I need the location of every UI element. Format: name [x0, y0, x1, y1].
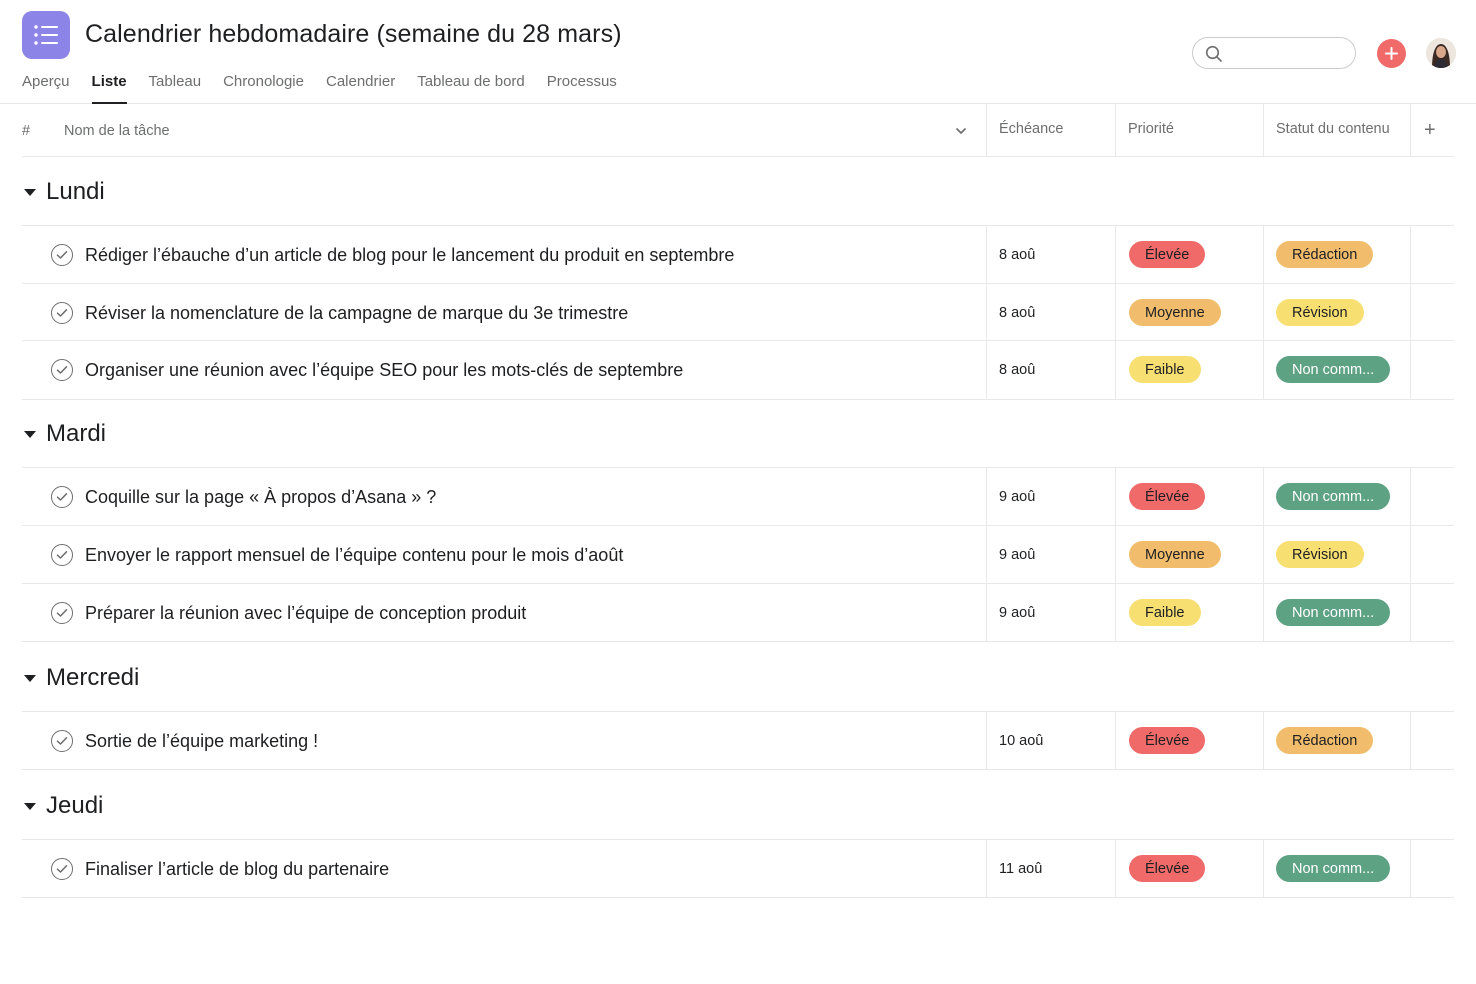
- table-row[interactable]: Envoyer le rapport mensuel de l’équipe c…: [22, 526, 1454, 584]
- due-date[interactable]: 9 aoû: [999, 468, 1035, 526]
- caret-down-icon[interactable]: [24, 802, 36, 810]
- tab-liste[interactable]: Liste: [91, 72, 127, 104]
- status-badge[interactable]: Rédaction: [1276, 727, 1374, 754]
- caret-down-icon[interactable]: [24, 188, 36, 196]
- column-priority[interactable]: Priorité: [1128, 104, 1174, 154]
- page-title: Calendrier hebdomadaire (semaine du 28 m…: [85, 20, 622, 48]
- table-row[interactable]: Réviser la nomenclature de la campagne d…: [22, 284, 1454, 342]
- table-row[interactable]: Coquille sur la page « À propos d’Asana …: [22, 468, 1454, 526]
- task-name[interactable]: Finaliser l’article de blog du partenair…: [85, 840, 389, 898]
- column-header: # Nom de la tâche Échéance Priorité Stat…: [22, 104, 1454, 157]
- section-mardi[interactable]: Mardi: [22, 414, 106, 454]
- section-label: Lundi: [46, 178, 105, 205]
- priority-badge[interactable]: Moyenne: [1129, 299, 1221, 326]
- column-due[interactable]: Échéance: [999, 104, 1064, 154]
- table-row[interactable]: Organiser une réunion avec l’équipe SEO …: [22, 341, 1454, 400]
- header: Calendrier hebdomadaire (semaine du 28 m…: [0, 0, 1476, 104]
- task-name[interactable]: Sortie de l’équipe marketing !: [85, 712, 318, 770]
- search-input[interactable]: [1229, 42, 1347, 64]
- status-badge[interactable]: Non comm...: [1276, 855, 1391, 882]
- section-jeudi[interactable]: Jeudi: [22, 786, 103, 826]
- status-badge[interactable]: Révision: [1276, 299, 1364, 326]
- status-badge[interactable]: Rédaction: [1276, 241, 1374, 268]
- priority-badge[interactable]: Faible: [1129, 356, 1201, 383]
- due-date[interactable]: 8 aoû: [999, 226, 1035, 284]
- priority-badge[interactable]: Élevée: [1129, 241, 1206, 268]
- section-label: Mardi: [46, 420, 107, 447]
- plus-icon: [1385, 47, 1398, 60]
- check-circle-icon[interactable]: [51, 359, 73, 381]
- section-mercredi[interactable]: Mercredi: [22, 658, 139, 698]
- due-date[interactable]: 9 aoû: [999, 584, 1035, 642]
- column-number: #: [22, 122, 31, 139]
- task-name[interactable]: Envoyer le rapport mensuel de l’équipe c…: [85, 526, 623, 584]
- avatar[interactable]: [1426, 38, 1456, 68]
- tab-tableau[interactable]: Tableau: [149, 72, 202, 104]
- tab-tableau-de-bord[interactable]: Tableau de bord: [417, 72, 525, 104]
- section-label: Jeudi: [46, 792, 104, 819]
- column-status[interactable]: Statut du contenu: [1276, 104, 1390, 154]
- add-column-button[interactable]: +: [1424, 104, 1436, 157]
- status-badge[interactable]: Non comm...: [1276, 483, 1391, 510]
- table-row[interactable]: Rédiger l’ébauche d’un article de blog p…: [22, 226, 1454, 284]
- column-task-name[interactable]: Nom de la tâche: [64, 104, 170, 157]
- check-circle-icon[interactable]: [51, 302, 73, 324]
- priority-badge[interactable]: Élevée: [1129, 483, 1206, 510]
- priority-badge[interactable]: Faible: [1129, 599, 1201, 626]
- table-row[interactable]: Préparer la réunion avec l’équipe de con…: [22, 584, 1454, 642]
- priority-badge[interactable]: Élevée: [1129, 727, 1206, 754]
- caret-down-icon[interactable]: [24, 674, 36, 682]
- status-badge[interactable]: Non comm...: [1276, 599, 1391, 626]
- due-date[interactable]: 8 aoû: [999, 341, 1035, 399]
- tab-apercu[interactable]: Aperçu: [22, 72, 70, 104]
- task-name[interactable]: Coquille sur la page « À propos d’Asana …: [85, 468, 436, 526]
- task-name[interactable]: Réviser la nomenclature de la campagne d…: [85, 284, 628, 342]
- search-icon: [1205, 45, 1222, 62]
- section-label: Mercredi: [46, 664, 140, 691]
- chevron-down-icon[interactable]: [954, 104, 968, 157]
- due-date[interactable]: 8 aoû: [999, 284, 1035, 342]
- status-badge[interactable]: Révision: [1276, 541, 1364, 568]
- check-circle-icon[interactable]: [51, 858, 73, 880]
- caret-down-icon[interactable]: [24, 430, 36, 438]
- due-date[interactable]: 10 aoû: [999, 712, 1043, 770]
- task-name[interactable]: Préparer la réunion avec l’équipe de con…: [85, 584, 526, 642]
- tab-processus[interactable]: Processus: [547, 72, 617, 104]
- status-badge[interactable]: Non comm...: [1276, 356, 1391, 383]
- due-date[interactable]: 9 aoû: [999, 526, 1035, 584]
- view-tabs: Aperçu Liste Tableau Chronologie Calendr…: [22, 72, 639, 104]
- table-row[interactable]: Finaliser l’article de blog du partenair…: [22, 840, 1454, 898]
- add-button[interactable]: [1377, 39, 1406, 68]
- check-circle-icon[interactable]: [51, 544, 73, 566]
- check-circle-icon[interactable]: [51, 730, 73, 752]
- list-icon[interactable]: [22, 11, 70, 59]
- priority-badge[interactable]: Élevée: [1129, 855, 1206, 882]
- task-name[interactable]: Rédiger l’ébauche d’un article de blog p…: [85, 226, 734, 284]
- check-circle-icon[interactable]: [51, 486, 73, 508]
- task-name[interactable]: Organiser une réunion avec l’équipe SEO …: [85, 341, 683, 399]
- section-lundi[interactable]: Lundi: [22, 172, 105, 212]
- check-circle-icon[interactable]: [51, 244, 73, 266]
- tab-calendrier[interactable]: Calendrier: [326, 72, 395, 104]
- tab-chronologie[interactable]: Chronologie: [223, 72, 304, 104]
- priority-badge[interactable]: Moyenne: [1129, 541, 1221, 568]
- table-row[interactable]: Sortie de l’équipe marketing ! 10 aoû Élev…: [22, 712, 1454, 770]
- check-circle-icon[interactable]: [51, 602, 73, 624]
- search-box[interactable]: [1192, 37, 1356, 69]
- due-date[interactable]: 11 aoû: [999, 840, 1042, 898]
